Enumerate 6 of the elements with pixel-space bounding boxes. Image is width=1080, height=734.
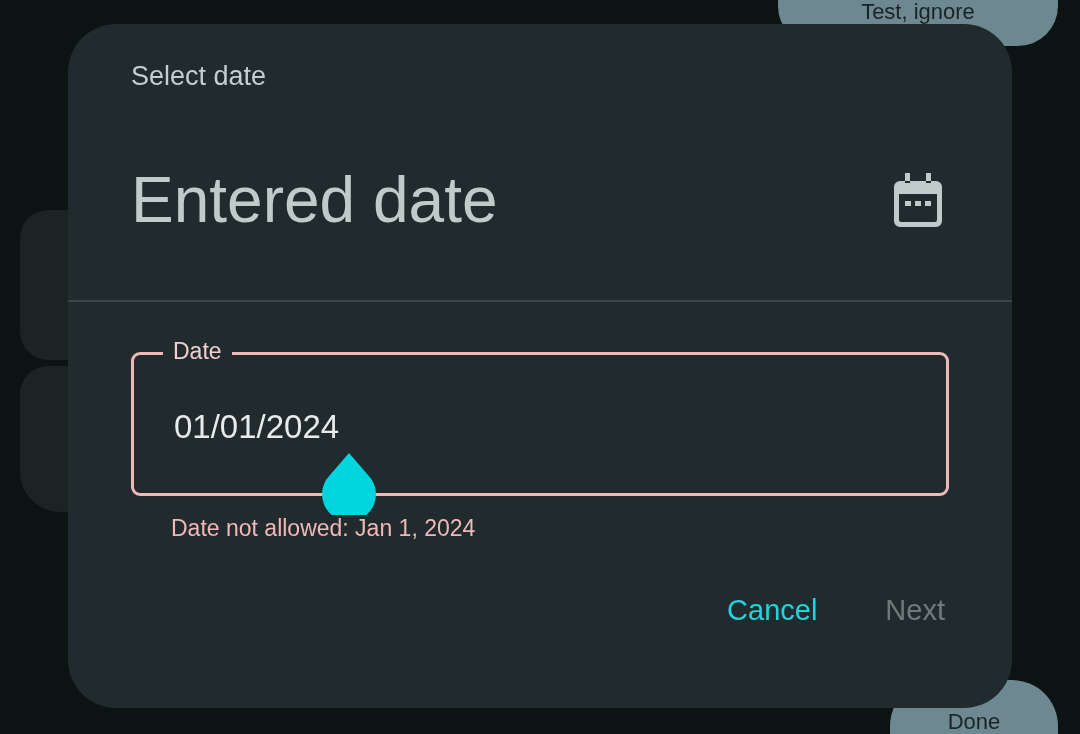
cursor-handle[interactable]	[322, 453, 376, 515]
calendar-icon[interactable]	[894, 173, 942, 227]
dialog-headline: Entered date	[131, 163, 498, 238]
dialog-title: Select date	[130, 60, 268, 92]
dialog-action-button[interactable]: Cancel	[723, 593, 822, 627]
error-message: Date not allowed: Jan 1, 2024	[170, 514, 477, 543]
